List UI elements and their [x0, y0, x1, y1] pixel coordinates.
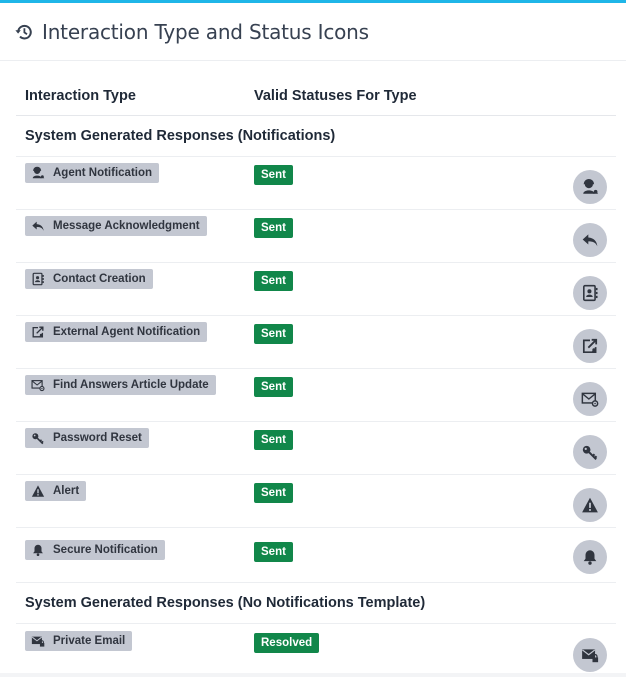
group-header-notifications: System Generated Responses (Notification… — [16, 116, 616, 157]
reply-icon — [582, 234, 598, 247]
status-badge: Sent — [254, 324, 293, 344]
status-badge: Sent — [254, 377, 293, 397]
warning-icon — [31, 485, 45, 497]
key-icon — [582, 445, 598, 461]
interaction-status-panel: Interaction Type and Status Icons Intera… — [0, 0, 626, 673]
interaction-table: Interaction Type Valid Statuses For Type… — [16, 64, 616, 677]
interaction-type-badge: Agent Notification — [25, 163, 160, 183]
status-badge: Sent — [254, 218, 293, 238]
table-row: Message Acknowledgment Sent — [16, 210, 616, 263]
column-header-valid-statuses: Valid Statuses For Type — [254, 88, 417, 104]
bell-icon — [583, 550, 597, 565]
warning-icon — [582, 497, 598, 513]
status-badge: Sent — [254, 430, 293, 450]
status-circle — [573, 382, 607, 416]
history-icon — [14, 22, 34, 42]
external-notification-icon — [582, 338, 598, 354]
reply-icon — [32, 221, 44, 231]
interaction-type-badge: Private Email — [25, 630, 133, 651]
status-badge: Sent — [254, 483, 293, 503]
table-row: Alert Sent — [16, 475, 616, 528]
table-row: Secure Notification Sent — [16, 528, 616, 583]
key-icon — [32, 433, 44, 445]
bell-icon — [33, 544, 43, 557]
status-badge: Sent — [254, 165, 293, 185]
status-circle — [573, 329, 607, 363]
panel-header: Interaction Type and Status Icons — [0, 3, 626, 61]
contact-book-icon — [32, 272, 44, 286]
panel-title: Interaction Type and Status Icons — [42, 19, 369, 44]
contact-book-icon — [583, 284, 598, 302]
interaction-type-badge: Find Answers Article Update — [25, 375, 216, 395]
status-badge: Sent — [254, 271, 293, 291]
column-header-interaction-type: Interaction Type — [25, 88, 136, 104]
external-notification-icon — [32, 326, 44, 338]
interaction-type-badge: Password Reset — [25, 428, 149, 448]
table-header: Interaction Type Valid Statuses For Type — [16, 64, 616, 116]
status-badge: Resolved — [254, 632, 320, 653]
interaction-type-badge: Message Acknowledgment — [25, 216, 207, 236]
table-row: External Agent Notification Sent — [16, 316, 616, 369]
envelope-gear-icon — [31, 380, 45, 392]
interaction-type-badge: Alert — [25, 481, 87, 501]
table-row: Private Email Resolved — [16, 624, 616, 677]
envelope-lock-icon — [31, 636, 45, 647]
status-circle — [573, 540, 607, 574]
interaction-type-badge: Secure Notification — [25, 540, 165, 560]
status-circle — [573, 223, 607, 257]
table-row: Find Answers Article Update Sent — [16, 369, 616, 422]
envelope-gear-icon — [581, 392, 599, 407]
group-header-no-notifications-template: System Generated Responses (No Notificat… — [16, 583, 616, 624]
interaction-type-badge: Contact Creation — [25, 269, 153, 289]
status-circle — [573, 488, 607, 522]
status-badge: Sent — [254, 542, 293, 562]
status-circle — [573, 637, 607, 672]
agent-notification-icon — [583, 178, 599, 194]
table-row: Password Reset Sent — [16, 422, 616, 475]
status-circle — [573, 276, 607, 310]
status-circle — [573, 170, 607, 204]
table-row: Contact Creation Sent — [16, 263, 616, 316]
envelope-lock-icon — [582, 648, 599, 662]
interaction-type-badge: External Agent Notification — [25, 322, 208, 342]
agent-notification-icon — [32, 166, 45, 179]
status-circle — [573, 435, 607, 469]
table-row: Agent Notification Sent — [16, 157, 616, 210]
